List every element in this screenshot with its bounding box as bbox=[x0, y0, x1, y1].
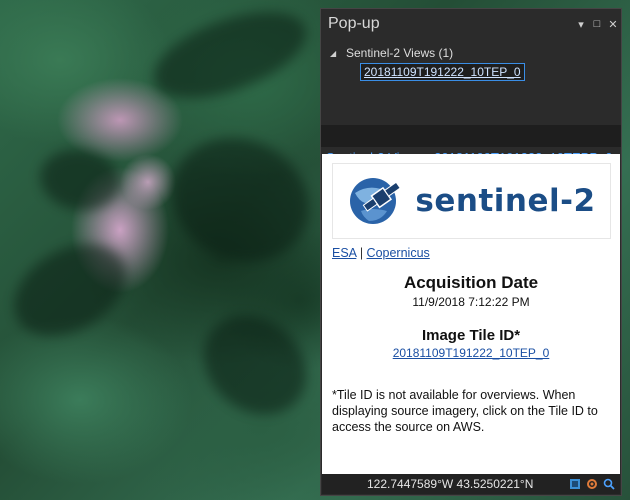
links-row: ESA | Copernicus bbox=[332, 246, 620, 260]
terrain-shadow bbox=[142, 0, 318, 116]
terrain-shadow bbox=[151, 116, 329, 284]
tile-note: *Tile ID is not available for overviews.… bbox=[332, 388, 598, 434]
coordinate-readout: 122.7447589°W 43.5250221°N bbox=[367, 477, 534, 491]
maximize-icon[interactable]: □ bbox=[589, 18, 605, 30]
feature-tree: ◢ Sentinel-2 Views (1) 20181109T191222_1… bbox=[321, 39, 621, 125]
search-icon[interactable] bbox=[603, 478, 615, 490]
status-bar: 122.7447589°W 43.5250221°N bbox=[322, 474, 620, 494]
pane-menu-icon[interactable]: ▾ bbox=[573, 18, 589, 31]
settings-gear-icon[interactable] bbox=[586, 478, 598, 490]
sentinel-logo: sentinel-2 bbox=[332, 163, 611, 239]
tree-layer-label: Sentinel-2 Views (1) bbox=[346, 46, 454, 60]
copernicus-link[interactable]: Copernicus bbox=[367, 246, 430, 260]
terrain-shadow bbox=[35, 143, 125, 217]
acquisition-date: 11/9/2018 7:12:22 PM bbox=[412, 295, 530, 309]
acquisition-heading: Acquisition Date bbox=[403, 273, 539, 292]
popup-content: sentinel-2 ESA | Copernicus Acquisition … bbox=[322, 154, 620, 474]
close-icon[interactable]: ✕ bbox=[605, 18, 621, 31]
logo-text: sentinel-2 bbox=[415, 183, 596, 219]
pane-header: Pop-up ▾ □ ✕ bbox=[321, 9, 621, 39]
tile-heading: Image Tile ID* bbox=[421, 327, 521, 344]
esa-link[interactable]: ESA bbox=[332, 246, 356, 260]
tree-layer-row[interactable]: ◢ Sentinel-2 Views (1) bbox=[321, 45, 621, 61]
terrain-shadow bbox=[183, 295, 327, 435]
pane-divider bbox=[321, 125, 621, 147]
map-export-icon[interactable] bbox=[569, 478, 581, 490]
tree-selected-feature[interactable]: 20181109T191222_10TEP_0 bbox=[360, 63, 525, 81]
expand-triangle-icon[interactable]: ◢ bbox=[330, 49, 340, 58]
satellite-globe-icon bbox=[350, 178, 402, 224]
popup-pane: Pop-up ▾ □ ✕ ◢ Sentinel-2 Views (1) 2018… bbox=[320, 8, 622, 496]
tile-id-link[interactable]: 20181109T191222_10TEP_0 bbox=[322, 346, 620, 360]
link-separator: | bbox=[359, 246, 364, 260]
terrain-shadow bbox=[0, 225, 142, 355]
pane-title: Pop-up bbox=[328, 15, 380, 32]
